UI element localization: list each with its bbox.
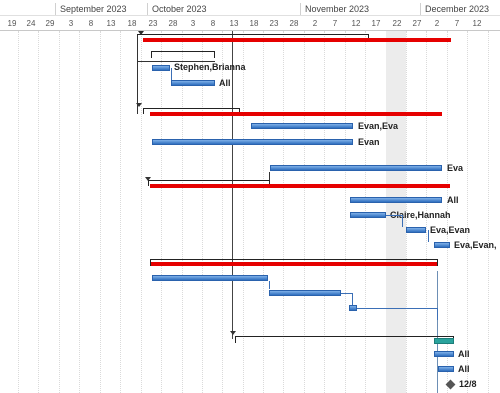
task-bar[interactable] <box>152 275 268 281</box>
grid-line <box>18 31 19 393</box>
resource-label: Eva <box>447 163 464 173</box>
summary-bracket[interactable] <box>235 336 454 343</box>
task-bar[interactable] <box>438 366 454 372</box>
dependency-link <box>428 230 429 242</box>
resource-label: All <box>219 78 231 88</box>
day-label: 7 <box>332 19 338 28</box>
grid-line <box>141 31 142 393</box>
day-label: 18 <box>249 19 259 28</box>
task-bar[interactable] <box>152 65 170 71</box>
month-label: December 2023 <box>420 3 489 15</box>
grid-line <box>161 31 162 393</box>
month-label: November 2023 <box>300 3 369 15</box>
resource-label: Evan,Eva <box>358 121 399 131</box>
resource-label: Stephen,Brianna <box>174 62 246 72</box>
grid-line <box>488 31 489 393</box>
resource-label: Eva,Evan <box>430 225 471 235</box>
day-label: 8 <box>210 19 216 28</box>
timescale-divider <box>0 15 500 16</box>
task-bar[interactable] <box>270 165 442 171</box>
task-bar[interactable] <box>406 227 426 233</box>
day-label: 27 <box>412 19 422 28</box>
grid-line <box>100 31 101 393</box>
task-bar[interactable] <box>350 212 386 218</box>
arrowhead-icon <box>136 103 142 107</box>
day-label: 7 <box>454 19 460 28</box>
arrowhead-icon <box>230 331 236 335</box>
dependency-link <box>357 308 437 309</box>
dependency-link <box>269 281 270 289</box>
summary-teal-bar[interactable] <box>434 338 454 344</box>
day-label: 23 <box>148 19 158 28</box>
resource-label: All <box>447 195 459 205</box>
grid-line <box>467 31 468 393</box>
task-bar[interactable] <box>171 80 215 86</box>
month-label: October 2023 <box>147 3 207 15</box>
resource-label: Eva,Evan, <box>454 240 497 250</box>
grid-line <box>59 31 60 393</box>
day-label: 24 <box>26 19 36 28</box>
day-label: 18 <box>127 19 137 28</box>
dependency-link <box>386 215 402 216</box>
day-label: 19 <box>7 19 17 28</box>
critical-summary-bar[interactable] <box>150 184 450 188</box>
arrowhead-icon <box>138 31 144 35</box>
month-label: September 2023 <box>55 3 127 15</box>
day-label: 28 <box>289 19 299 28</box>
day-label: 2 <box>312 19 318 28</box>
task-bar[interactable] <box>152 139 353 145</box>
day-label: 22 <box>392 19 402 28</box>
task-bar[interactable] <box>434 242 450 248</box>
day-label: 17 <box>371 19 381 28</box>
resource-label: All <box>458 349 470 359</box>
day-label: 29 <box>45 19 55 28</box>
status-line <box>437 271 438 393</box>
day-label: 3 <box>68 19 74 28</box>
task-bar[interactable] <box>349 305 357 311</box>
day-label: 12 <box>472 19 482 28</box>
resource-label: Evan <box>358 137 380 147</box>
dependency-link <box>437 308 438 320</box>
timescale-header: September 2023 October 2023 November 202… <box>0 0 500 31</box>
day-label: 13 <box>106 19 116 28</box>
day-label: 3 <box>190 19 196 28</box>
day-label: 23 <box>269 19 279 28</box>
task-bar[interactable] <box>434 351 454 357</box>
grid-line <box>120 31 121 393</box>
resource-label: All <box>458 364 470 374</box>
milestone-label: 12/8 <box>459 379 477 389</box>
day-label: 12 <box>351 19 361 28</box>
grid-line <box>38 31 39 393</box>
day-label: 13 <box>229 19 239 28</box>
day-label: 2 <box>434 19 440 28</box>
critical-summary-bar[interactable] <box>143 38 451 42</box>
critical-summary-bar[interactable] <box>151 262 437 266</box>
dependency-link <box>352 293 353 305</box>
critical-summary-bar[interactable] <box>150 112 442 116</box>
task-bar[interactable] <box>269 290 341 296</box>
task-bar[interactable] <box>350 197 442 203</box>
day-label: 8 <box>88 19 94 28</box>
task-bar[interactable] <box>251 123 353 129</box>
summary-bracket[interactable] <box>151 51 215 58</box>
grid-line <box>79 31 80 393</box>
dependency-link <box>402 215 403 227</box>
gantt-chart-area[interactable]: Stephen,Brianna All Evan,Eva Evan Eva Al… <box>0 31 500 393</box>
day-label: 28 <box>168 19 178 28</box>
dependency-link <box>171 68 172 80</box>
